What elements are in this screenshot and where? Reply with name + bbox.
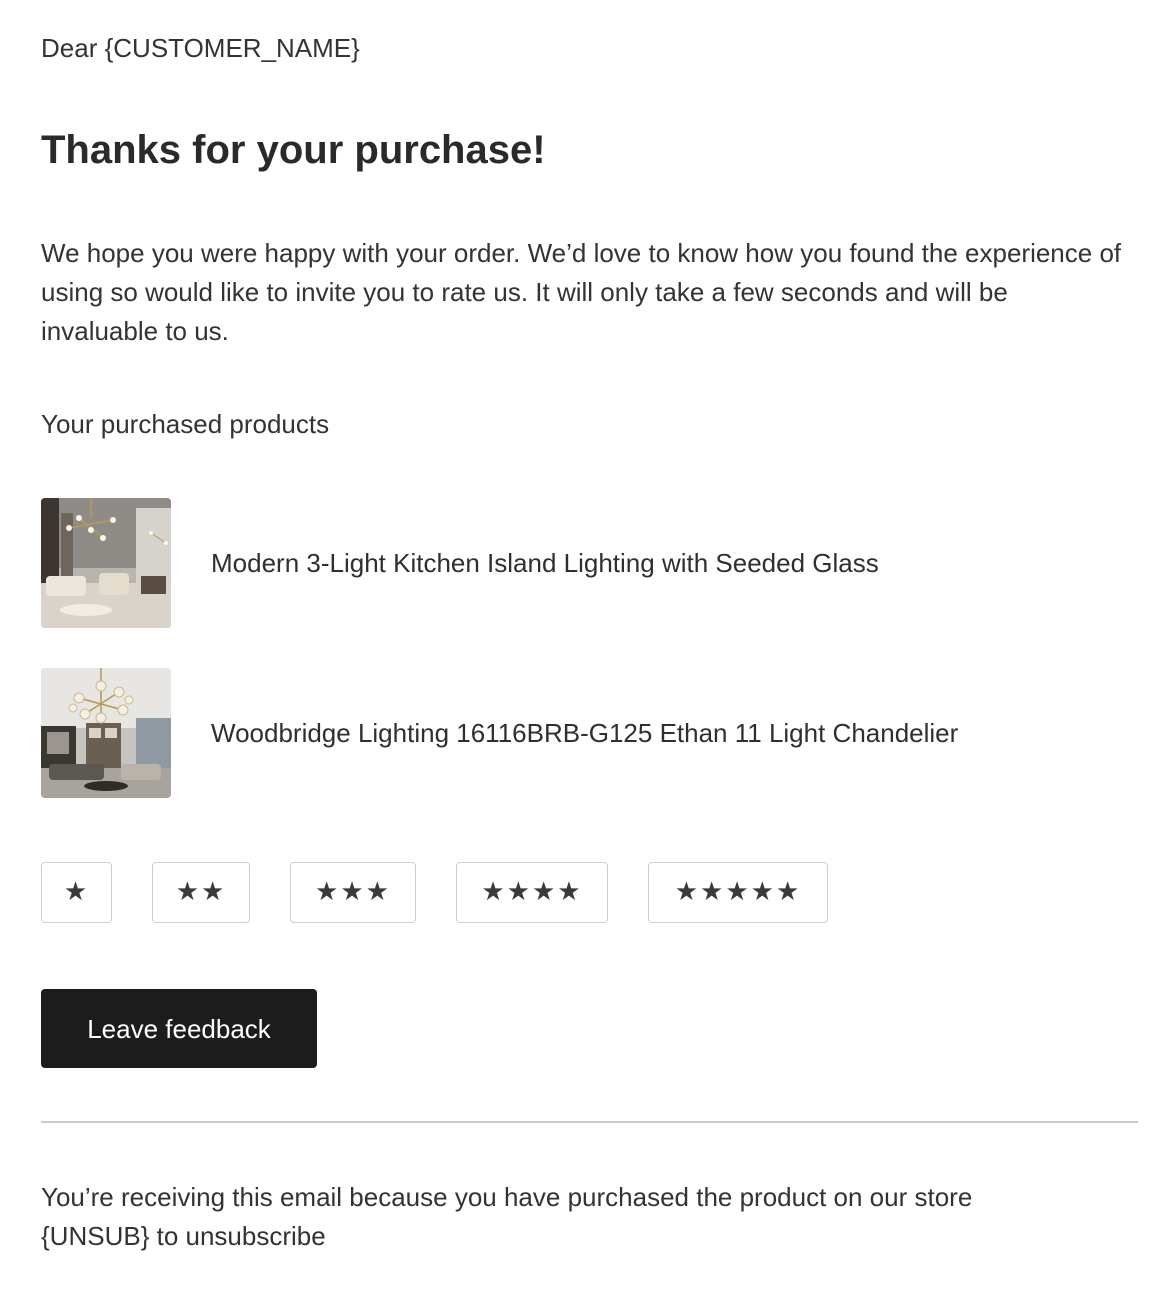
product-image[interactable] [41, 498, 171, 628]
intro-paragraph: We hope you were happy with your order. … [41, 238, 1122, 346]
rating-2-stars-button[interactable]: ★★ [152, 862, 250, 923]
product-name[interactable]: Woodbridge Lighting 16116BRB-G125 Ethan … [211, 715, 958, 751]
product-name[interactable]: Modern 3-Light Kitchen Island Lighting w… [211, 545, 879, 581]
page-title: Thanks for your purchase! [41, 128, 546, 172]
sputnik-chandelier-photo [41, 668, 171, 798]
product-item: Woodbridge Lighting 16116BRB-G125 Ethan … [41, 668, 1041, 798]
rating-5-stars-button[interactable]: ★★★★★ [648, 862, 828, 923]
product-image[interactable] [41, 668, 171, 798]
living-room-chandelier-photo [41, 498, 171, 628]
footer-reason-text: You’re receiving this email because you … [41, 1182, 973, 1212]
divider [41, 1121, 1138, 1123]
rating-3-stars-button[interactable]: ★★★ [290, 862, 416, 923]
leave-feedback-button[interactable]: Leave feedback [41, 989, 317, 1068]
greeting: Dear {CUSTOMER_NAME} [41, 33, 360, 63]
unsubscribe-text[interactable]: {UNSUB} to unsubscribe [41, 1217, 1131, 1256]
products-heading: Your purchased products [41, 409, 330, 439]
footer: You’re receiving this email because you … [41, 1178, 1131, 1256]
rating-1-star-button[interactable]: ★ [41, 862, 112, 923]
product-item: Modern 3-Light Kitchen Island Lighting w… [41, 498, 1041, 628]
rating-4-stars-button[interactable]: ★★★★ [456, 862, 608, 923]
